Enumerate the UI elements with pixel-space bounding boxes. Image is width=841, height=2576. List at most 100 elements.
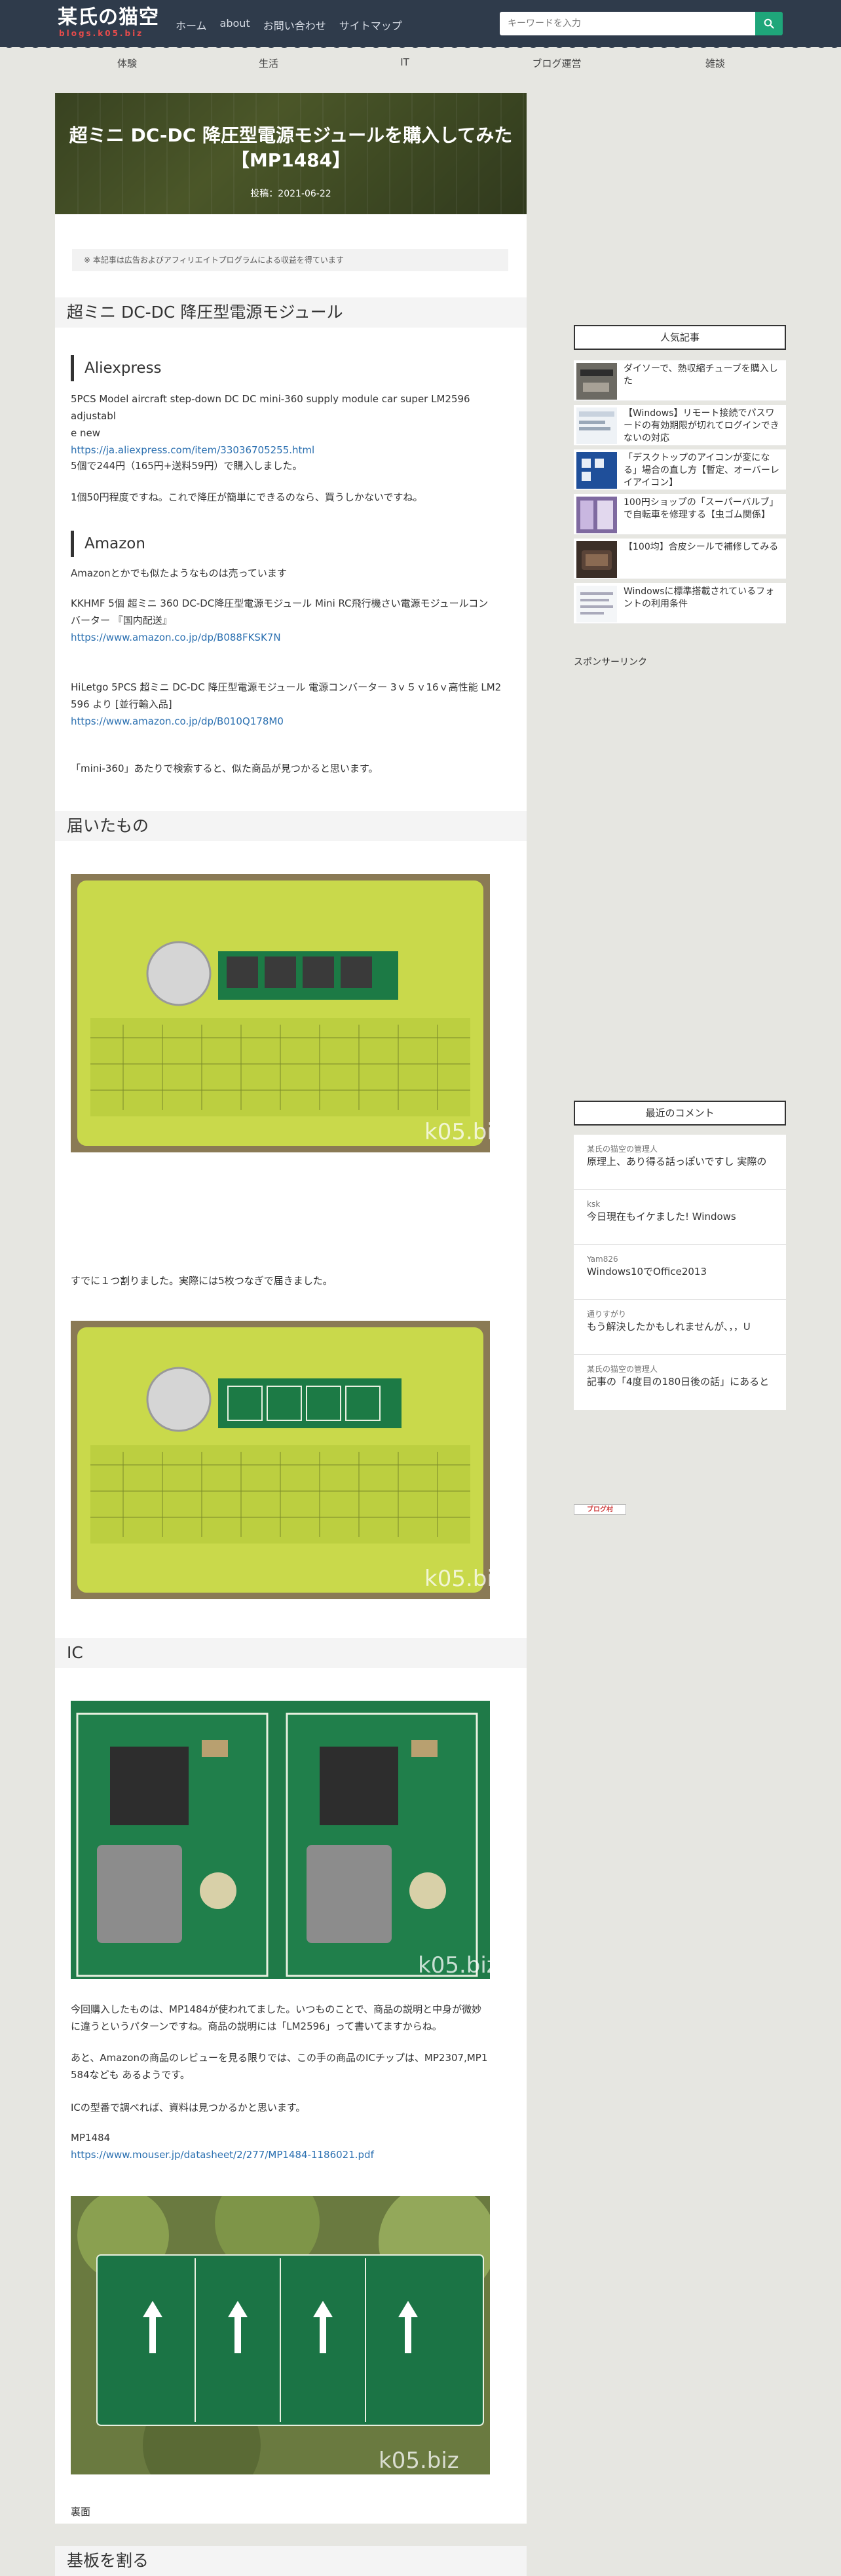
amazon-product-1-line2: バーター 『国内配送』 (71, 615, 172, 626)
aliexpress-price: 5個で244円（165円+送料59円）で購入しました。 (71, 460, 303, 472)
aliexpress-comment: 1個50円程度ですね。これで降圧が簡単にできるのなら、買うしかないですね。 (71, 491, 423, 503)
popular-thumb (576, 407, 617, 444)
amazon-product-2-line1: HiLetgo 5PCS 超ミニ DC-DC 降圧型電源モジュール 電源コンバー… (71, 681, 502, 693)
photo-4-watermark: k05.biz (379, 2448, 459, 2474)
photo-ic-closeup: k05.biz (71, 1701, 490, 1979)
popular-thumb (576, 586, 617, 622)
comment-text: 今日現在もイケました! Windows (587, 1211, 736, 1222)
popular-item[interactable]: Windowsに標準搭載されているフォントの利用条件 (574, 583, 786, 624)
comment-item[interactable]: 某氏の猫空の管理人 原理上、あり得る話っぽいですし 実際の (574, 1135, 786, 1190)
heading-amazon: Amazon (71, 531, 145, 557)
amazon-link-2[interactable]: https://www.amazon.co.jp/dp/B010Q178M0 (71, 713, 510, 730)
site-logo[interactable]: 某氏の猫空 blogs.k05.biz (58, 6, 159, 39)
ic-paragraph-1: 今回購入したものは、MP1484が使われてました。いつものことで、商品の説明と中… (71, 2001, 510, 2035)
comments-title: 最近のコメント (574, 1101, 786, 1126)
aliexpress-product: 5PCS Model aircraft step-down DC DC mini… (71, 390, 510, 459)
popular-item-title: Windowsに標準搭載されているフォントの利用条件 (624, 586, 775, 609)
photo-modules-front: k05.biz (71, 874, 490, 1152)
comment-text: もう解決したかもしれませんが、，，U (587, 1321, 751, 1333)
ic-paragraph-2-line2: 584なども あるようです。 (71, 2069, 190, 2081)
heading-aliexpress: Aliexpress (71, 355, 162, 381)
heading-ic: IC (55, 1638, 527, 1668)
article-title-line1: 超ミニ DC-DC 降圧型電源モジュールを購入してみた (69, 124, 513, 146)
comment-text: 記事の「4度目の180日後の話」にあると (587, 1376, 770, 1388)
popular-item-title: 【100均】合皮シールで補修してみる (624, 542, 779, 552)
aliexpress-product-line2: e new (71, 427, 100, 439)
sponsor-label: スポンサーリンク (574, 657, 647, 668)
amazon-product-1-line1: KKHMF 5個 超ミニ 360 DC-DC降圧型電源モジュール Mini RC… (71, 597, 489, 609)
nav-home[interactable]: ホーム (176, 17, 207, 33)
heading-break-board: 基板を割る (55, 2546, 527, 2576)
popular-thumb (576, 541, 617, 578)
popular-thumb (576, 452, 617, 489)
popular-thumb (576, 497, 617, 533)
photo-board-reverse: k05.biz (71, 2196, 490, 2474)
category-seikatsu[interactable]: 生活 (259, 56, 278, 70)
article: 超ミニ DC-DC 降圧型電源モジュールを購入してみた 【MP1484】 投稿：… (55, 93, 527, 2576)
logo-title: 某氏の猫空 (58, 6, 159, 29)
amazon-product-2: HiLetgo 5PCS 超ミニ DC-DC 降圧型電源モジュール 電源コンバー… (71, 679, 510, 730)
aliexpress-product-line1: 5PCS Model aircraft step-down DC DC mini… (71, 393, 470, 422)
nav-sitemap[interactable]: サイトマップ (339, 17, 402, 33)
comment-author: Yam826 (587, 1255, 618, 1264)
search-form (500, 12, 783, 35)
comment-item[interactable]: 通りすがり もう解決したかもしれませんが、，，U (574, 1300, 786, 1355)
comment-item[interactable]: 某氏の猫空の管理人 記事の「4度目の180日後の話」にあると (574, 1355, 786, 1410)
photo-2-watermark: k05.biz (424, 1566, 490, 1592)
heading-module: 超ミニ DC-DC 降圧型電源モジュール (55, 297, 527, 328)
top-nav: ホーム about お問い合わせ サイトマップ (176, 17, 402, 33)
search-hint: 「mini-360」あたりで検索すると、似た商品が見つかると思います。 (71, 763, 379, 774)
photo-3-image: k05.biz (71, 1701, 490, 1979)
nav-contact[interactable]: お問い合わせ (263, 17, 326, 33)
blogmura-banner[interactable]: ブログ村 (574, 1504, 626, 1515)
category-zatsudan[interactable]: 雑談 (705, 56, 725, 70)
amazon-intro: Amazonとかでも似たようなものは売っています (71, 567, 287, 579)
article-title-line2: 【MP1484】 (231, 149, 351, 171)
popular-item[interactable]: 「デスクトップのアイコンが変になる」場合の直し方【暫定、オーバーレイアイコン】 (574, 449, 786, 490)
post-date: 投稿：2021-06-22 (250, 189, 331, 199)
heading-delivered: 届いたもの (55, 811, 527, 841)
popular-item-title: 100円ショップの「スーパーバルブ」で自転車を修理する【虫ゴム関係】 (624, 497, 779, 520)
popular-item[interactable]: ダイソーで、熱収縮チューブを購入した (574, 360, 786, 401)
popular-item[interactable]: 【100均】合皮シールで補修してみる (574, 539, 786, 579)
ic-datasheet-link[interactable]: https://www.mouser.jp/datasheet/2/277/MP… (71, 2146, 510, 2163)
photo-2-image: k05.biz (71, 1321, 490, 1599)
aliexpress-link[interactable]: https://ja.aliexpress.com/item/330367052… (71, 442, 510, 459)
photo-1-image: k05.biz (71, 874, 490, 1152)
photo-1-watermark: k05.biz (424, 1119, 490, 1145)
category-blog[interactable]: ブログ運営 (532, 56, 581, 70)
photo-1-caption: すでに１つ割りました。実際には5枚つなぎで届きました。 (71, 1275, 333, 1287)
ic-paragraph-2: あと、Amazonの商品のレビューを見る限りでは、この手の商品のICチップは、M… (71, 2049, 510, 2083)
popular-thumb (576, 363, 617, 400)
comment-item[interactable]: Yam826 Windows10でOffice2013 (574, 1245, 786, 1300)
popular-item[interactable]: 100円ショップの「スーパーバルブ」で自転車を修理する【虫ゴム関係】 (574, 494, 786, 535)
comment-author: ksk (587, 1200, 601, 1209)
comment-item[interactable]: ksk 今日現在もイケました! Windows (574, 1190, 786, 1245)
amazon-product-2-line2: 596 より [並行輸入品] (71, 698, 172, 710)
search-icon (764, 18, 774, 29)
ic-paragraph-1-line1: 今回購入したものは、MP1484が使われてました。いつものことで、商品の説明と中… (71, 2003, 482, 2015)
comment-text: 原理上、あり得る話っぽいですし 実際の (587, 1156, 767, 1167)
popular-item-title: 【Windows】リモート接続でパスワードの有効期限が切れてログインできないの対… (624, 408, 779, 444)
ic-paragraph-3: ICの型番で調べれば、資料は見つかるかと思います。 (71, 2102, 306, 2113)
header-wave-decoration (0, 39, 841, 48)
popular-item-title: ダイソーで、熱収縮チューブを購入した (624, 364, 778, 387)
search-input[interactable] (500, 12, 755, 35)
photo-4-caption: 裏面 (71, 2506, 91, 2518)
category-nav: 体験 生活 IT ブログ運営 雑談 (0, 52, 841, 72)
ic-datasheet: MP1484 https://www.mouser.jp/datasheet/2… (71, 2129, 510, 2163)
amazon-product-1: KKHMF 5個 超ミニ 360 DC-DC降圧型電源モジュール Mini RC… (71, 595, 510, 646)
search-button[interactable] (755, 12, 783, 35)
photo-modules-back: k05.biz (71, 1321, 490, 1599)
ic-datasheet-label: MP1484 (71, 2132, 111, 2144)
affiliate-notice: ※ 本記事は広告およびアフィリエイトプログラムによる収益を得ています (72, 249, 508, 271)
logo-subtitle: blogs.k05.biz (59, 29, 144, 38)
article-title: 超ミニ DC-DC 降圧型電源モジュールを購入してみた 【MP1484】 (55, 123, 527, 173)
ic-paragraph-2-line1: あと、Amazonの商品のレビューを見る限りでは、この手の商品のICチップは、M… (71, 2052, 488, 2064)
nav-about[interactable]: about (220, 17, 250, 33)
category-it[interactable]: IT (400, 56, 409, 68)
category-taiken[interactable]: 体験 (117, 56, 137, 70)
amazon-link-1[interactable]: https://www.amazon.co.jp/dp/B088FKSK7N (71, 629, 510, 646)
comment-author: 某氏の猫空の管理人 (587, 1145, 658, 1154)
popular-item[interactable]: 【Windows】リモート接続でパスワードの有効期限が切れてログインできないの対… (574, 405, 786, 445)
